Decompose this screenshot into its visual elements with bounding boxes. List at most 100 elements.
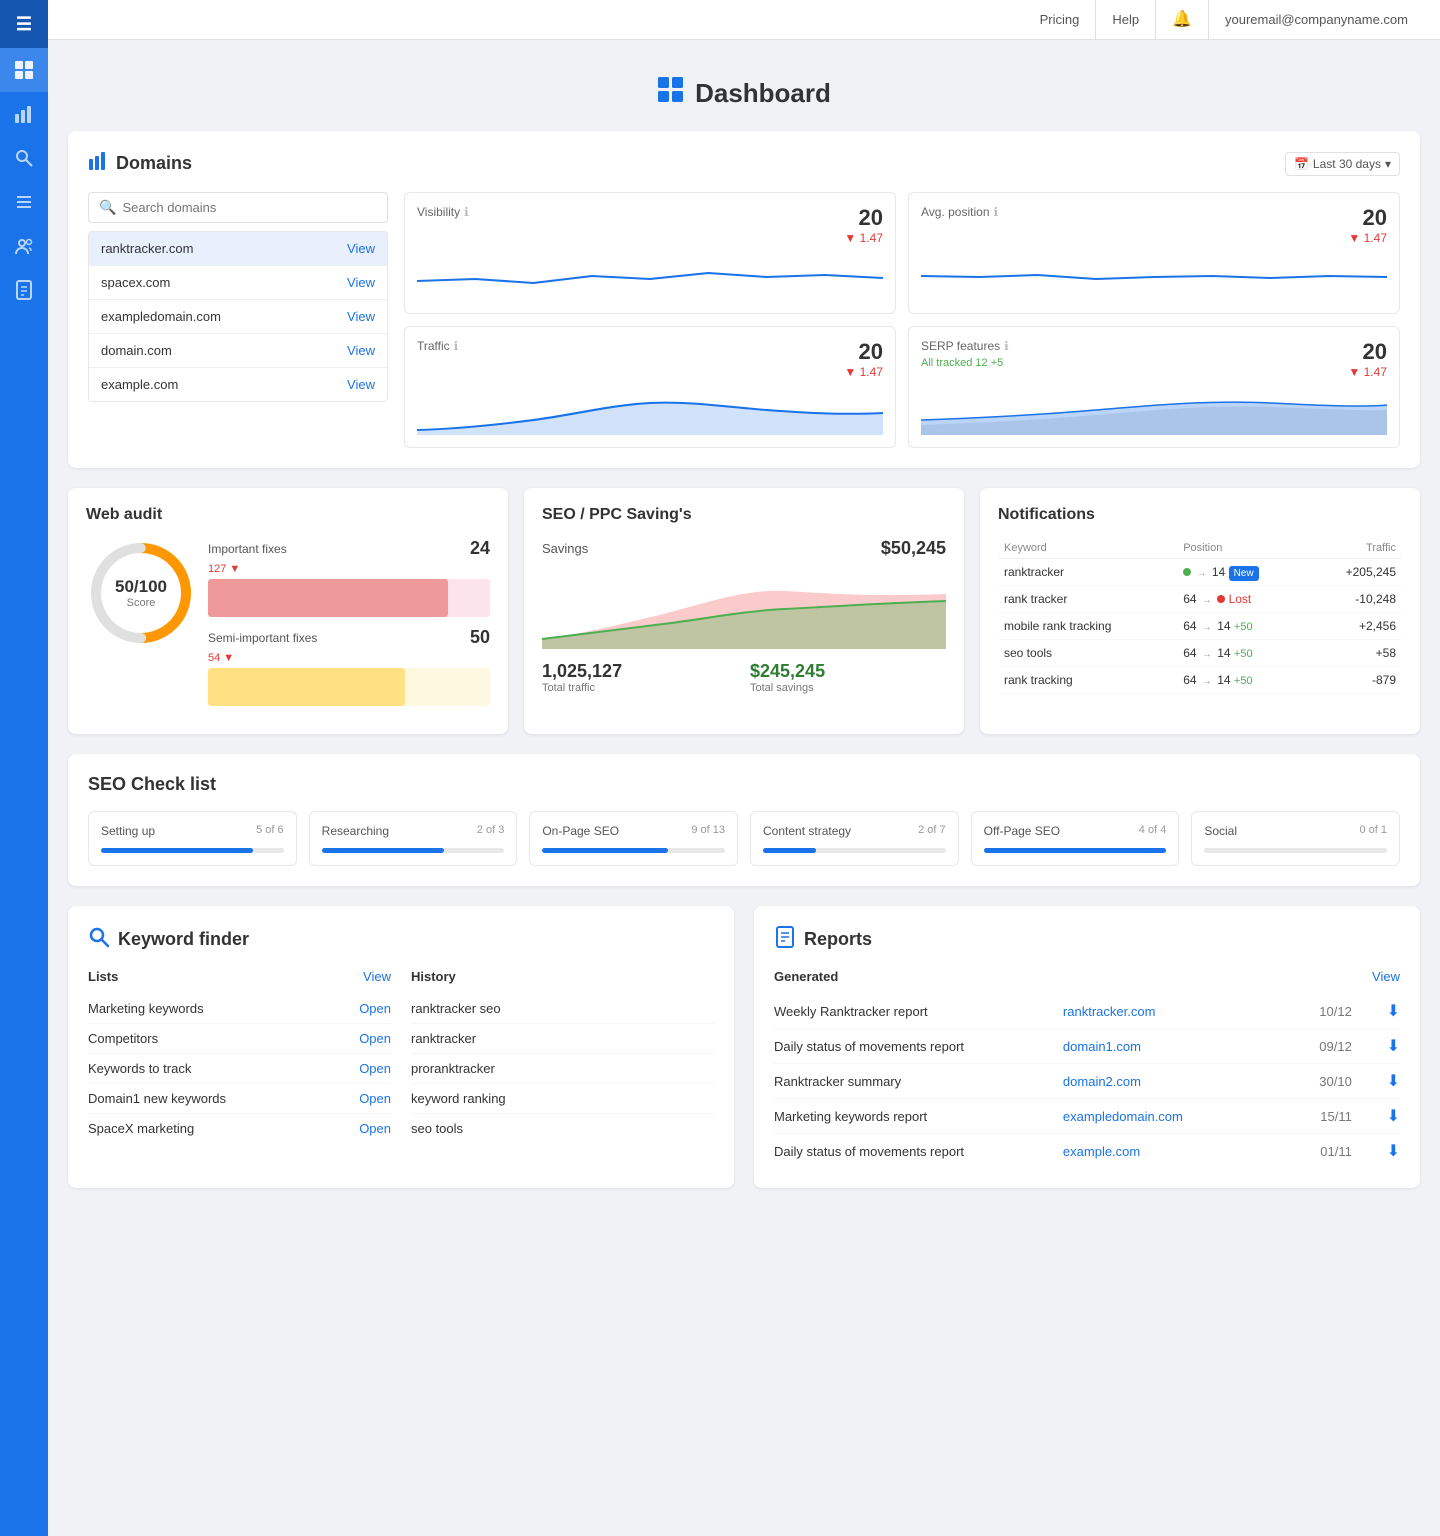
list-item[interactable]: keyword ranking (411, 1084, 714, 1114)
kw-open-btn[interactable]: Open (359, 1091, 391, 1106)
domain-view-link[interactable]: View (347, 309, 375, 324)
download-icon[interactable]: ⬇ (1352, 1071, 1400, 1091)
reports-generated-header: Generated View (774, 969, 1400, 984)
important-fixes-sub: 127 ▼ (208, 563, 490, 575)
keyword-finder-icon (88, 926, 110, 953)
savings-label: Savings (542, 541, 588, 556)
kw-lists-col: Lists View Marketing keywords Open Compe… (88, 969, 391, 1143)
total-traffic: 1,025,127 (542, 661, 738, 682)
domain-item[interactable]: spacex.com View (89, 266, 387, 300)
col-traffic: Traffic (1308, 538, 1402, 559)
pricing-link[interactable]: Pricing (1024, 0, 1097, 40)
domain-item[interactable]: ranktracker.com View (89, 232, 387, 266)
report-item: Daily status of movements report domain1… (774, 1029, 1400, 1064)
domain-view-link[interactable]: View (347, 275, 375, 290)
sidebar-item-search[interactable] (0, 136, 48, 180)
user-email[interactable]: youremail@companyname.com (1209, 0, 1424, 40)
main-content: Dashboard Domains 📅 Last 30 days ▾ 🔍 (48, 40, 1440, 1228)
domain-view-link[interactable]: View (347, 241, 375, 256)
kw-open-btn[interactable]: Open (359, 1121, 391, 1136)
reports-section: Reports Generated View Weekly Ranktracke… (754, 906, 1420, 1188)
download-icon[interactable]: ⬇ (1352, 1036, 1400, 1056)
checklist-item[interactable]: Researching 2 of 3 (309, 811, 518, 866)
notification-bell[interactable]: 🔔 (1156, 0, 1209, 40)
traffic-chart (417, 385, 883, 435)
domain-view-link[interactable]: View (347, 377, 375, 392)
list-item[interactable]: Marketing keywords Open (88, 994, 391, 1024)
kw-lists-view[interactable]: View (363, 969, 391, 984)
domain-item[interactable]: exampledomain.com View (89, 300, 387, 334)
list-item[interactable]: ranktracker (411, 1024, 714, 1054)
kw-open-btn[interactable]: Open (359, 1061, 391, 1076)
domain-item[interactable]: domain.com View (89, 334, 387, 368)
download-icon[interactable]: ⬇ (1352, 1141, 1400, 1161)
list-item[interactable]: Domain1 new keywords Open (88, 1084, 391, 1114)
info-icon[interactable]: ℹ (454, 339, 459, 353)
sidebar-logo: ☰ (0, 0, 48, 48)
seo-savings-title: SEO / PPC Saving's (542, 506, 946, 524)
kw-open-btn[interactable]: Open (359, 1001, 391, 1016)
download-icon[interactable]: ⬇ (1352, 1106, 1400, 1126)
sidebar-item-list[interactable] (0, 180, 48, 224)
reports-title: Reports (804, 929, 872, 950)
visibility-chart (417, 251, 883, 301)
reports-view-link[interactable]: View (1372, 969, 1400, 984)
total-traffic-label: Total traffic (542, 682, 738, 694)
table-row: rank tracking 64 → 14 +50 -879 (998, 667, 1402, 694)
keyword-finder-layout: Lists View Marketing keywords Open Compe… (88, 969, 714, 1143)
report-item: Weekly Ranktracker report ranktracker.co… (774, 994, 1400, 1029)
semi-important-label: Semi-important fixes (208, 631, 317, 645)
help-link[interactable]: Help (1096, 0, 1156, 40)
dashboard-title-icon (657, 76, 685, 111)
report-item: Ranktracker summary domain2.com 30/10 ⬇ (774, 1064, 1400, 1099)
date-filter[interactable]: 📅 Last 30 days ▾ (1285, 152, 1400, 176)
important-fixes-label: Important fixes (208, 542, 287, 556)
total-savings: $245,245 (750, 661, 946, 682)
checklist-item[interactable]: Setting up 5 of 6 (88, 811, 297, 866)
domain-view-link[interactable]: View (347, 343, 375, 358)
table-row: ranktracker → 14 New +205,245 (998, 559, 1402, 586)
seo-checklist-title: SEO Check list (88, 774, 216, 795)
serp-features-chart (921, 385, 1387, 435)
audit-score-label: Score (115, 597, 167, 609)
chevron-down-icon: ▾ (1385, 157, 1391, 171)
list-item[interactable]: proranktracker (411, 1054, 714, 1084)
info-icon[interactable]: ℹ (994, 205, 999, 219)
notifications-panel: Notifications Keyword Position Traffic r… (980, 488, 1420, 734)
info-icon[interactable]: ℹ (464, 205, 469, 219)
total-savings-label: Total savings (750, 682, 946, 694)
sidebar-item-analytics[interactable] (0, 92, 48, 136)
page-title: Dashboard (695, 78, 831, 109)
list-item[interactable]: Keywords to track Open (88, 1054, 391, 1084)
list-item[interactable]: Competitors Open (88, 1024, 391, 1054)
checklist-item[interactable]: Content strategy 2 of 7 (750, 811, 959, 866)
col-position: Position (1177, 538, 1308, 559)
info-icon[interactable]: ℹ (1004, 339, 1009, 353)
kw-open-btn[interactable]: Open (359, 1031, 391, 1046)
audit-fixes: Important fixes 24 127 ▼ Semi-important … (208, 538, 490, 716)
semi-important-sub: 54 ▼ (208, 652, 490, 664)
middle-section: Web audit 50/100 Score (68, 488, 1420, 734)
domain-search-box[interactable]: 🔍 (88, 192, 388, 223)
list-item[interactable]: seo tools (411, 1114, 714, 1143)
visibility-metric: Visibility ℹ 20 ▼ 1.47 (404, 192, 896, 314)
domain-search-input[interactable] (122, 200, 377, 215)
sidebar-item-users[interactable] (0, 224, 48, 268)
bottom-section: Keyword finder Lists View Marketing keyw… (68, 906, 1420, 1208)
domains-icon (88, 151, 108, 176)
checklist-item[interactable]: Social 0 of 1 (1191, 811, 1400, 866)
download-icon[interactable]: ⬇ (1352, 1001, 1400, 1021)
list-item[interactable]: ranktracker seo (411, 994, 714, 1024)
report-item: Marketing keywords report exampledomain.… (774, 1099, 1400, 1134)
domains-title: Domains (88, 151, 192, 176)
list-item[interactable]: SpaceX marketing Open (88, 1114, 391, 1143)
sidebar-item-dashboard[interactable] (0, 48, 48, 92)
checklist-grid: Setting up 5 of 6 Researching 2 of 3 On-… (88, 811, 1400, 866)
savings-chart (542, 569, 946, 649)
top-navigation: Pricing Help 🔔 youremail@companyname.com (0, 0, 1440, 40)
checklist-item[interactable]: On-Page SEO 9 of 13 (529, 811, 738, 866)
checklist-item[interactable]: Off-Page SEO 4 of 4 (971, 811, 1180, 866)
domain-item[interactable]: example.com View (89, 368, 387, 401)
domain-list-panel: 🔍 ranktracker.com View spacex.com View e… (88, 192, 388, 448)
sidebar-item-reports[interactable] (0, 268, 48, 312)
